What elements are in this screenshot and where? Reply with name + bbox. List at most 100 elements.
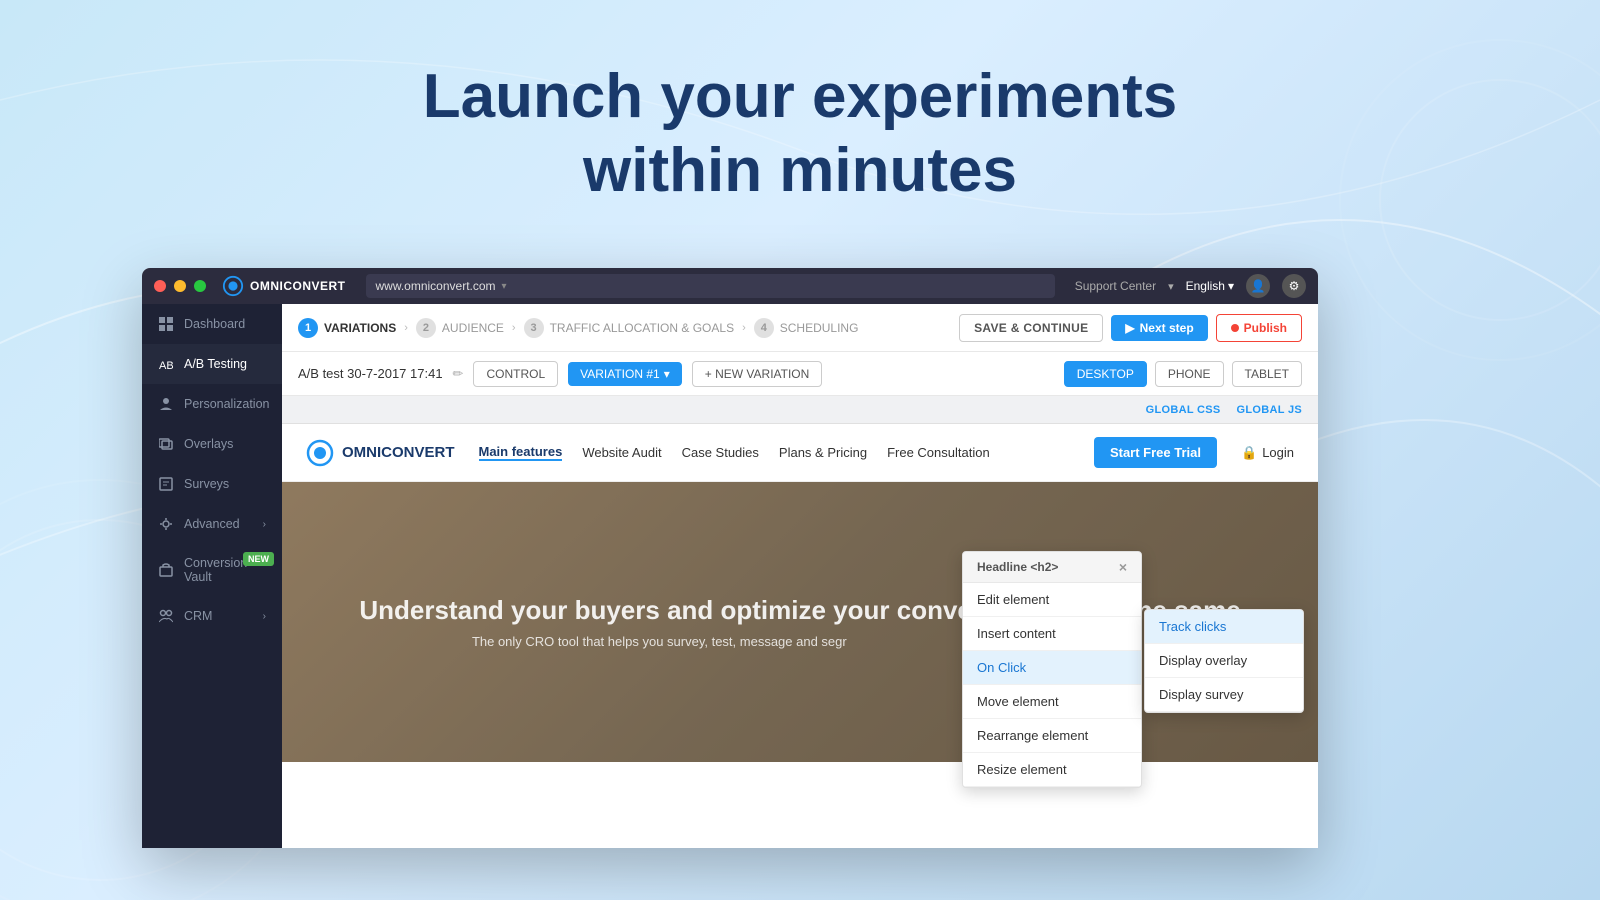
browser-minimize-dot[interactable] (174, 280, 186, 292)
sidebar-item-surveys[interactable]: Surveys (142, 464, 282, 504)
browser-chrome-bar: OMNICONVERT www.omniconvert.com ▾ Suppor… (142, 268, 1318, 304)
language-selector[interactable]: English ▾ (1186, 279, 1234, 293)
website-nav-consultation[interactable]: Free Consultation (887, 445, 990, 460)
settings-icon: ⚙ (1289, 279, 1300, 293)
url-dropdown-arrow[interactable]: ▾ (502, 281, 507, 292)
crm-icon (158, 608, 174, 624)
test-name: A/B test 30-7-2017 17:41 (298, 366, 443, 381)
website-login-button[interactable]: 🔒 Login (1241, 445, 1294, 461)
sidebar-item-personalization[interactable]: Personalization (142, 384, 282, 424)
wizard-arrow-2: › (512, 322, 516, 334)
submenu-track-clicks[interactable]: Track clicks (1145, 610, 1303, 644)
desktop-device-button[interactable]: DESKTOP (1064, 361, 1147, 387)
wizard-step-3[interactable]: 3 TRAFFIC ALLOCATION & GOALS (524, 318, 734, 338)
settings-button[interactable]: ⚙ (1282, 274, 1306, 298)
ab-testing-icon: AB (158, 356, 174, 372)
overlays-icon (158, 436, 174, 452)
conversion-vault-icon (158, 562, 174, 578)
browser-close-dot[interactable] (154, 280, 166, 292)
hero-subtext: The only CRO tool that helps you survey,… (359, 634, 959, 649)
global-js-button[interactable]: GLOBAL JS (1237, 404, 1302, 416)
website-brand: OMNICONVERT (306, 439, 455, 467)
context-menu-move-element[interactable]: Move element (963, 685, 1141, 719)
device-selector: DESKTOP PHONE TABLET (1064, 361, 1302, 387)
user-avatar-button[interactable]: 👤 (1246, 274, 1270, 298)
advanced-icon (158, 516, 174, 532)
edit-test-name-icon[interactable]: ✏ (453, 366, 464, 382)
context-menu-edit-element[interactable]: Edit element (963, 583, 1141, 617)
new-variation-button[interactable]: + NEW VARIATION (692, 361, 823, 387)
personalization-icon (158, 396, 174, 412)
next-step-button[interactable]: ▶ Next step (1111, 315, 1207, 341)
website-nav-audit[interactable]: Website Audit (582, 445, 661, 460)
wizard-actions: SAVE & CONTINUE ▶ Next step Publish (959, 314, 1302, 342)
main-content: 1 VARIATIONS › 2 AUDIENCE › 3 TRAFFIC AL… (282, 304, 1318, 848)
wizard-step-1-label: VARIATIONS (324, 321, 396, 335)
browser-maximize-dot[interactable] (194, 280, 206, 292)
sidebar-item-dashboard[interactable]: Dashboard (142, 304, 282, 344)
context-menu-close-button[interactable]: × (1119, 559, 1127, 575)
user-avatar-icon: 👤 (1251, 279, 1266, 293)
wizard-step-2-label: AUDIENCE (442, 321, 504, 335)
sidebar-crm-label: CRM (184, 609, 212, 623)
context-menu-title: Headline <h2> (977, 560, 1058, 574)
context-menu-rearrange-element[interactable]: Rearrange element (963, 719, 1141, 753)
global-css-button[interactable]: GLOBAL CSS (1146, 404, 1221, 416)
control-button[interactable]: CONTROL (473, 361, 558, 387)
sidebar-item-ab-testing[interactable]: AB A/B Testing (142, 344, 282, 384)
browser-logo: OMNICONVERT (222, 275, 346, 297)
sidebar-item-conversion-vault[interactable]: Conversion Vault NEW (142, 544, 282, 596)
wizard-step-4-label: SCHEDULING (780, 321, 859, 335)
context-menu-insert-content[interactable]: Insert content (963, 617, 1141, 651)
context-submenu: Track clicks Display overlay Display sur… (1144, 609, 1304, 713)
next-step-label: Next step (1140, 321, 1194, 335)
website-nav-case-studies[interactable]: Case Studies (682, 445, 759, 460)
submenu-display-overlay[interactable]: Display overlay (1145, 644, 1303, 678)
sidebar-surveys-label: Surveys (184, 477, 229, 491)
wizard-step-3-num: 3 (524, 318, 544, 338)
tablet-device-button[interactable]: TABLET (1232, 361, 1302, 387)
sidebar-advanced-label: Advanced (184, 517, 240, 531)
website-nav-pricing[interactable]: Plans & Pricing (779, 445, 867, 460)
sidebar-personalization-label: Personalization (184, 397, 269, 411)
wizard-step-4-num: 4 (754, 318, 774, 338)
phone-device-button[interactable]: PHONE (1155, 361, 1224, 387)
wizard-step-1[interactable]: 1 VARIATIONS (298, 318, 396, 338)
context-menu-resize-element[interactable]: Resize element (963, 753, 1141, 787)
sidebar-item-overlays[interactable]: Overlays (142, 424, 282, 464)
support-center-arrow: ▾ (1168, 280, 1174, 293)
login-label: Login (1262, 445, 1294, 460)
new-badge: NEW (243, 552, 274, 566)
sidebar-item-advanced[interactable]: Advanced › (142, 504, 282, 544)
url-text: www.omniconvert.com (376, 279, 496, 293)
context-menu: Headline <h2> × Edit element Insert cont… (962, 551, 1142, 788)
variation-1-button[interactable]: VARIATION #1 ▾ (568, 362, 682, 386)
wizard-arrow-3: › (742, 322, 746, 334)
app-layout: Dashboard AB A/B Testing Personalization… (142, 304, 1318, 848)
website-start-trial-button[interactable]: Start Free Trial (1094, 437, 1217, 468)
sidebar-item-crm[interactable]: CRM › (142, 596, 282, 636)
website-nav-main-features[interactable]: Main features (479, 444, 563, 461)
context-menu-on-click[interactable]: On Click (963, 651, 1141, 685)
omniconvert-nav-icon (222, 275, 244, 297)
variation-1-label: VARIATION #1 (580, 367, 660, 381)
support-center-link[interactable]: Support Center (1075, 279, 1156, 293)
lock-icon: 🔒 (1241, 445, 1257, 461)
wizard-arrow-1: › (404, 322, 408, 334)
surveys-icon (158, 476, 174, 492)
browser-url-bar[interactable]: www.omniconvert.com ▾ (366, 274, 1055, 298)
wizard-step-2[interactable]: 2 AUDIENCE (416, 318, 504, 338)
next-step-icon: ▶ (1125, 321, 1134, 335)
sidebar-overlays-label: Overlays (184, 437, 233, 451)
publish-button[interactable]: Publish (1216, 314, 1302, 342)
page-hero-text: Launch your experiments within minutes (0, 60, 1600, 209)
wizard-step-4[interactable]: 4 SCHEDULING (754, 318, 859, 338)
save-continue-button[interactable]: SAVE & CONTINUE (959, 314, 1103, 342)
sidebar: Dashboard AB A/B Testing Personalization… (142, 304, 282, 848)
submenu-display-survey[interactable]: Display survey (1145, 678, 1303, 712)
website-brand-text: OMNICONVERT (342, 444, 455, 461)
sidebar-dashboard-label: Dashboard (184, 317, 245, 331)
variation-bar: A/B test 30-7-2017 17:41 ✏ CONTROL VARIA… (282, 352, 1318, 396)
browser-chrome-right: Support Center ▾ English ▾ 👤 ⚙ (1075, 274, 1306, 298)
wizard-step-2-num: 2 (416, 318, 436, 338)
